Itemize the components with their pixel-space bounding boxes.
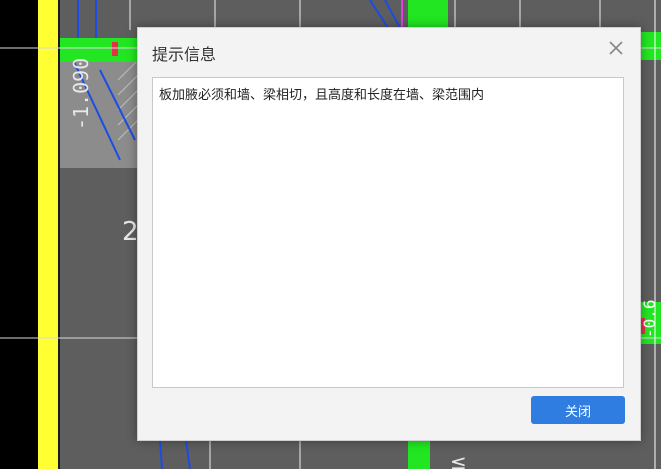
dimension-left-label: -1.090 <box>69 58 93 130</box>
green-column-top[interactable] <box>408 0 448 28</box>
green-column-right[interactable] <box>639 32 661 60</box>
beam-marker-red <box>112 42 118 56</box>
message-box[interactable]: 板加腋必须和墙、梁相切，且高度和长度在墙、梁范围内 <box>152 77 624 388</box>
close-x-icon[interactable] <box>606 38 626 58</box>
wall-edge-line <box>58 0 60 469</box>
close-button[interactable]: 关闭 <box>531 396 625 424</box>
message-text: 板加腋必须和墙、梁相切，且高度和长度在墙、梁范围内 <box>159 88 485 103</box>
dimension-right-label: -0.6 <box>640 299 659 338</box>
green-column-bottom[interactable] <box>408 440 430 469</box>
black-border-strip <box>0 0 38 469</box>
yellow-wall[interactable] <box>38 0 58 469</box>
hint-dialog: 提示信息 板加腋必须和墙、梁相切，且高度和长度在墙、梁范围内 关闭 <box>137 27 641 441</box>
label-bottom: ≤ <box>450 450 467 469</box>
dialog-title: 提示信息 <box>152 45 217 64</box>
